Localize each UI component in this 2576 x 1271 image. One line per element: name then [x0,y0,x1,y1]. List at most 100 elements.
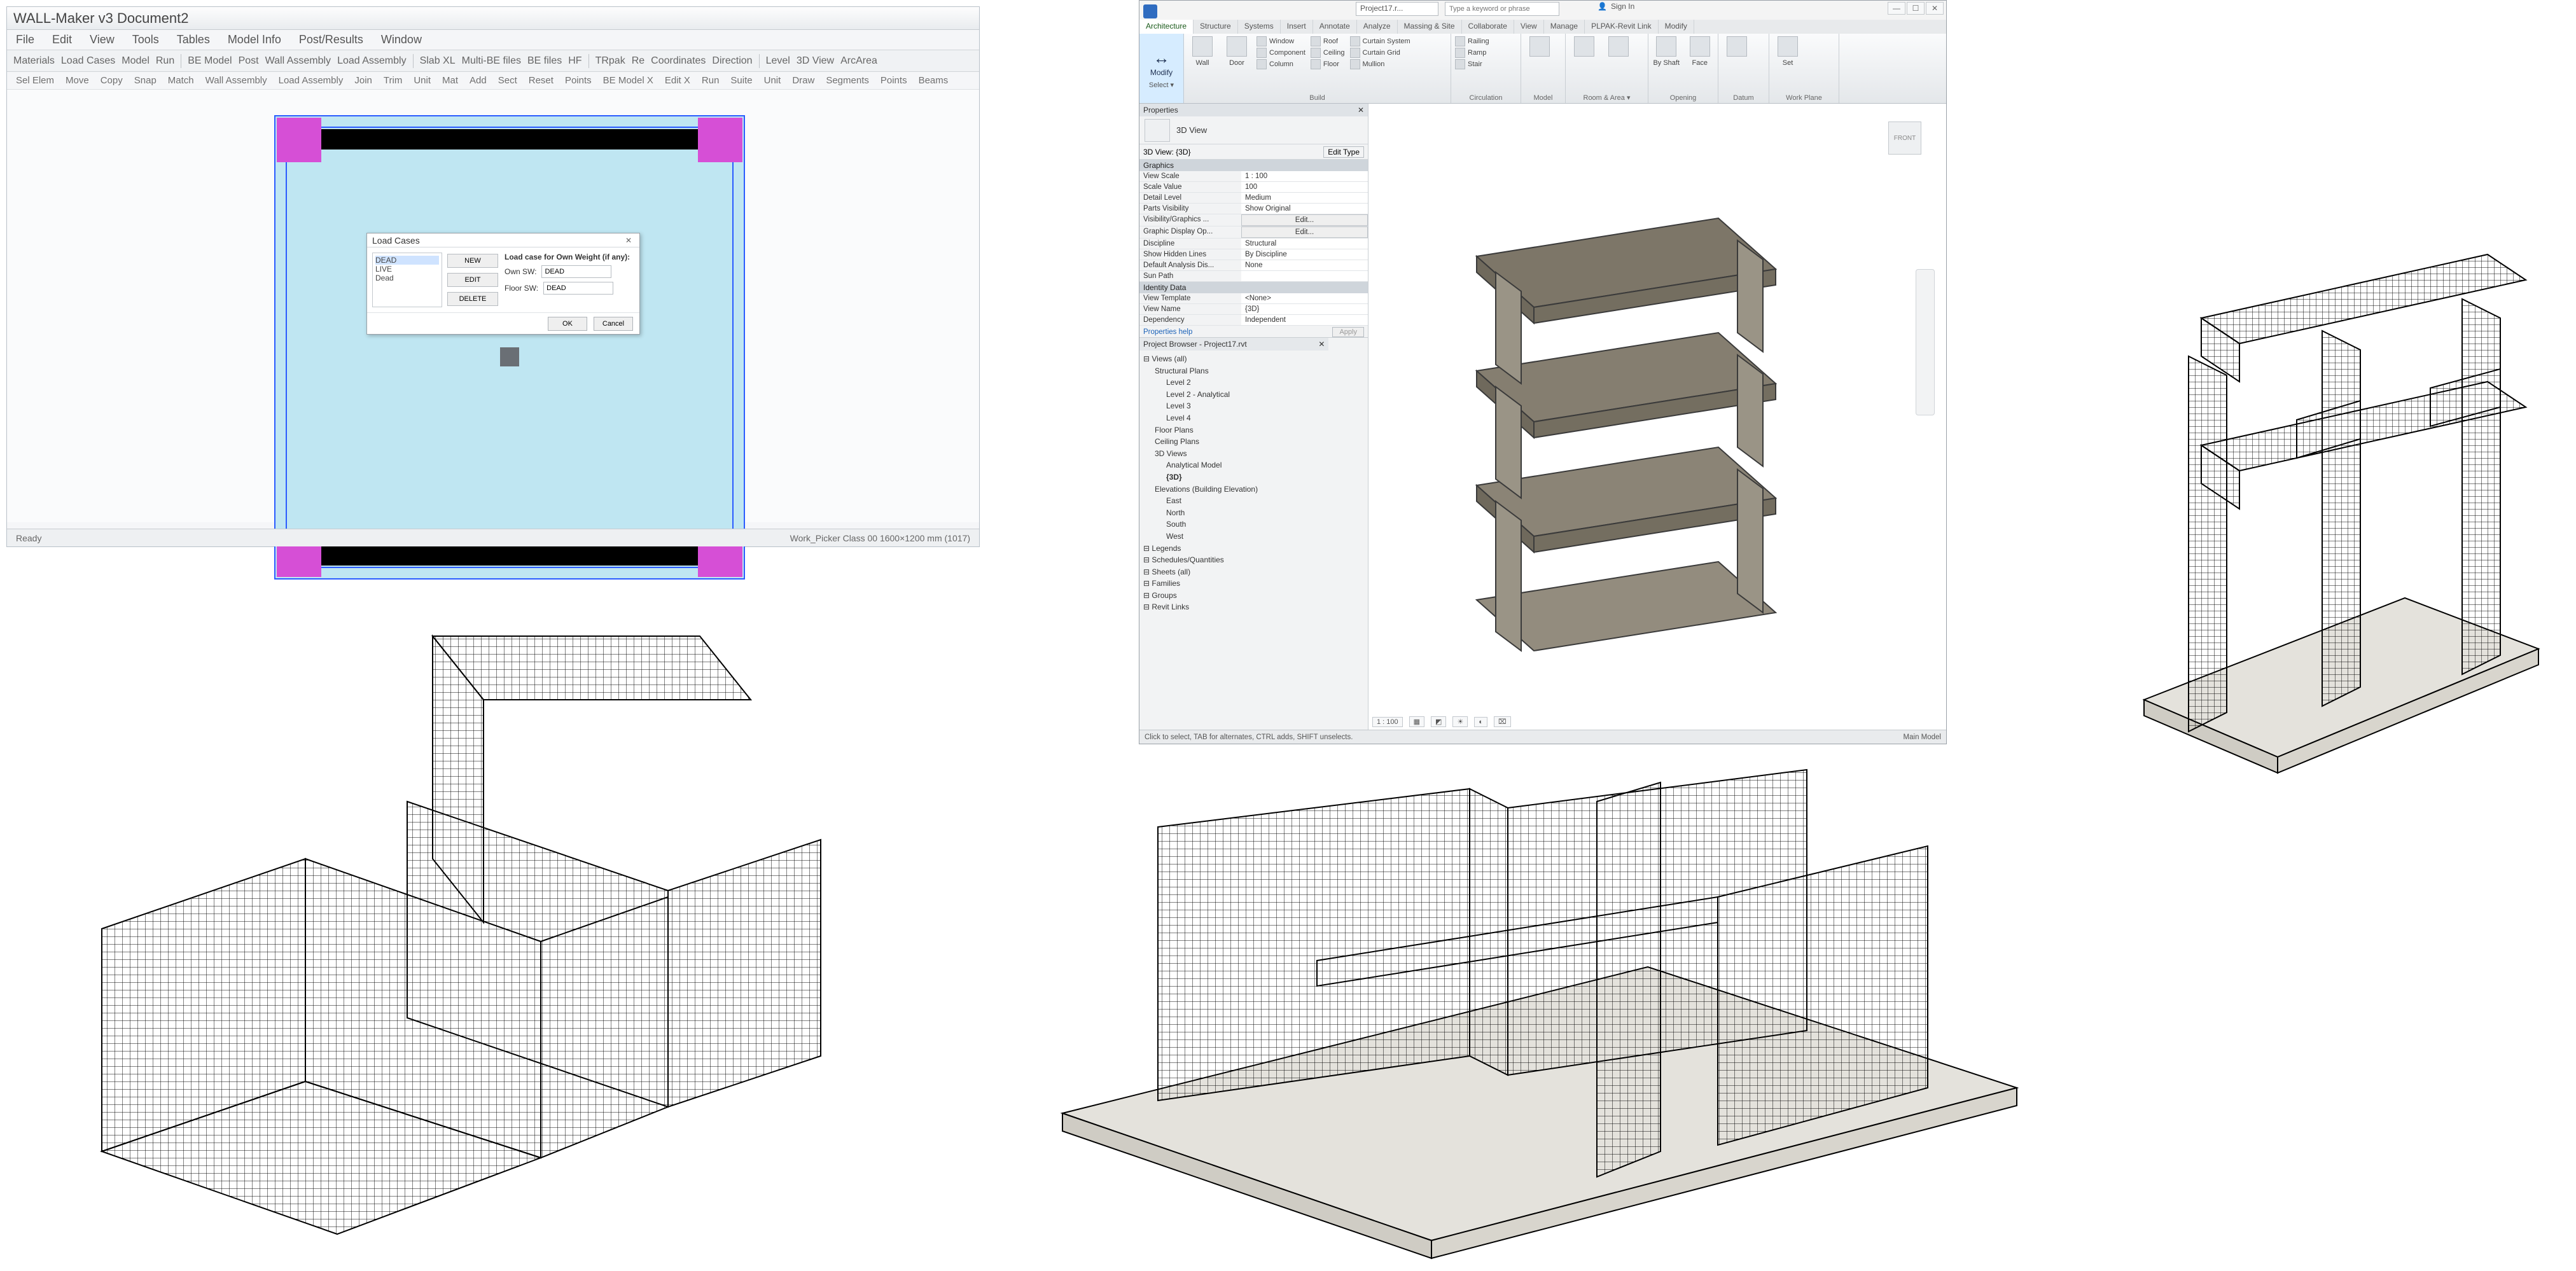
property-row[interactable]: View Scale1 : 100 [1139,171,1368,182]
property-value[interactable]: 1 : 100 [1241,171,1368,181]
menu-file[interactable]: File [16,33,34,46]
build-panel[interactable]: Wall Door Window Component Column Roof C… [1184,34,1451,103]
menu-view[interactable]: View [90,33,115,46]
toolbar-item[interactable]: Match [168,75,194,86]
instance-selector[interactable]: 3D View: {3D} [1143,148,1191,156]
toolbar-item[interactable]: Segments [826,75,869,86]
column-button[interactable]: Column [1257,59,1305,69]
toolbar-item[interactable]: Direction [712,55,752,67]
ceiling-button[interactable]: Ceiling [1311,48,1345,58]
properties-help-link[interactable]: Properties help [1139,326,1196,338]
toolbar-item[interactable]: Points [881,75,907,86]
toolbar-item[interactable]: Load Assembly [337,55,407,67]
tree-node[interactable]: Analytical Model [1143,459,1364,471]
model-canvas-area[interactable]: Load Cases ✕ DEAD LIVE Dead NEW EDIT DEL… [7,90,979,522]
mullion-button[interactable]: Mullion [1350,59,1410,69]
curtain-system-button[interactable]: Curtain System [1350,36,1410,46]
property-value[interactable]: Show Original [1241,204,1368,214]
property-value[interactable]: <None> [1241,293,1368,303]
view-canvas[interactable]: FRONT [1368,104,1946,730]
toolbar-item[interactable]: BE Model X [603,75,653,86]
detail-level-icon[interactable]: ▦ [1409,716,1424,727]
curtain-grid-button[interactable]: Curtain Grid [1350,48,1410,58]
tree-node[interactable]: Level 2 - Analytical [1143,389,1364,401]
property-value[interactable]: 100 [1241,182,1368,192]
tree-node[interactable]: 3D Views [1143,448,1364,460]
load-case-list[interactable]: DEAD LIVE Dead [372,253,442,307]
ribbon-tab[interactable]: Systems [1238,20,1281,34]
property-value[interactable]: Edit... [1241,226,1368,238]
close-icon[interactable]: ✕ [623,235,634,246]
toolbar-item[interactable]: Slab XL [420,55,456,67]
toolbar-item[interactable]: Snap [134,75,157,86]
by-face-button[interactable]: By Shaft [1652,36,1681,93]
toolbar-item[interactable]: Model [122,55,150,67]
close-button[interactable]: ✕ [1926,2,1944,15]
toolbar-item[interactable]: Add [470,75,487,86]
property-value[interactable]: Medium [1241,193,1368,203]
circulation-panel[interactable]: Railing Ramp Stair Circulation [1451,34,1521,103]
opening-panel[interactable]: By Shaft Face Opening [1648,34,1718,103]
tree-node[interactable]: ⊟ Families [1143,578,1364,590]
revit-app-icon[interactable] [1143,4,1157,18]
railing-button[interactable]: Railing [1455,36,1489,46]
property-row[interactable]: Parts VisibilityShow Original [1139,204,1368,214]
tree-node[interactable]: South [1143,518,1364,531]
tree-node[interactable]: Structural Plans [1143,365,1364,377]
toolbar-item[interactable]: Suite [730,75,752,86]
property-row[interactable]: DisciplineStructural [1139,239,1368,249]
tree-node[interactable]: Level 4 [1143,412,1364,424]
edit-type-button[interactable]: Edit Type [1323,146,1364,158]
set-workplane-button[interactable]: Set [1773,36,1802,93]
new-button[interactable]: NEW [447,254,498,268]
roof-button[interactable]: Roof [1311,36,1345,46]
view-cube[interactable]: FRONT [1883,116,1927,174]
toolbar-item[interactable]: Join [354,75,372,86]
plan-view-canvas[interactable] [274,115,745,580]
ribbon-tab[interactable]: Structure [1194,20,1238,34]
ok-button[interactable]: OK [548,317,587,331]
list-item[interactable]: DEAD [375,256,439,265]
column-top-left[interactable] [277,118,321,162]
tree-node[interactable]: ⊟ Legends [1143,543,1364,555]
toolbar-item[interactable]: Sect [498,75,517,86]
ribbon-tab[interactable]: Annotate [1313,20,1357,34]
beam-bottom[interactable] [321,545,698,566]
ribbon-tab[interactable]: Manage [1544,20,1585,34]
property-value[interactable] [1241,271,1368,281]
tree-node[interactable]: Ceiling Plans [1143,436,1364,448]
toolbar-item[interactable]: Load Assembly [279,75,344,86]
work-plane-panel[interactable]: Set Work Plane [1769,34,1839,103]
tree-node[interactable]: ⊟ Views (all) [1143,353,1364,365]
toolbar-item[interactable]: Unit [764,75,781,86]
toolbar-item[interactable]: Level [766,55,790,67]
ramp-button[interactable]: Ramp [1455,48,1489,58]
toolbar-item[interactable]: TRpak [595,55,625,67]
toolbar-item[interactable]: Reset [529,75,553,86]
close-icon[interactable]: ✕ [1318,340,1325,349]
tree-node[interactable]: West [1143,531,1364,543]
ribbon-tab[interactable]: Analyze [1357,20,1398,34]
menu-window[interactable]: Window [381,33,422,46]
property-value[interactable]: Structural [1241,239,1368,249]
shadows-icon[interactable]: ◐ [1474,717,1487,727]
room-area-panel[interactable]: Room & Area ▾ [1566,34,1648,103]
property-row[interactable]: Graphic Display Op...Edit... [1139,226,1368,239]
toolbar-item[interactable]: Load Cases [61,55,115,67]
stair-button[interactable]: Stair [1455,59,1489,69]
tree-node[interactable]: ⊟ Sheets (all) [1143,566,1364,578]
help-search-input[interactable] [1445,2,1559,16]
shaft-button[interactable]: Face [1686,36,1715,93]
toolbar-item[interactable]: Wall Assembly [265,55,331,67]
minimize-button[interactable]: — [1888,2,1905,15]
component-button[interactable]: Component [1257,48,1305,58]
property-row[interactable]: Visibility/Graphics ...Edit... [1139,214,1368,226]
center-node[interactable] [500,347,519,366]
maximize-button[interactable]: ☐ [1907,2,1925,15]
toolbar-2[interactable]: Sel ElemMoveCopySnapMatchWall AssemblyLo… [7,72,979,90]
ribbon-tabs[interactable]: ArchitectureStructureSystemsInsertAnnota… [1139,20,1946,34]
toolbar-1[interactable]: MaterialsLoad CasesModelRunBE ModelPostW… [7,50,979,72]
menu-edit[interactable]: Edit [52,33,72,46]
list-item[interactable]: LIVE [375,265,439,274]
navigation-bar[interactable] [1916,269,1935,415]
